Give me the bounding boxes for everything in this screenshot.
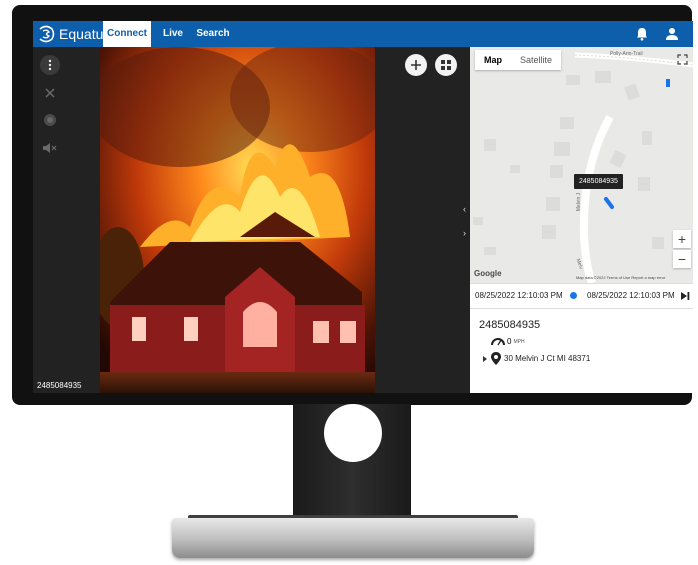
device-info: 2485084935	[479, 319, 540, 331]
caret-right-icon[interactable]	[482, 355, 488, 363]
map-type-tabs: Map Satellite	[475, 50, 562, 70]
device-id: 2485084935	[479, 319, 541, 331]
monitor-stand-cutout	[324, 404, 382, 462]
address-text: 30 Melvin J Ct MI 48371	[504, 354, 591, 363]
skip-end-icon[interactable]	[680, 291, 690, 301]
location-pin-icon	[491, 352, 501, 365]
stop-icon[interactable]	[41, 111, 59, 129]
screen: Equature Connect Live Search 2485084935 …	[33, 21, 693, 393]
monitor-bezel: Equature Connect Live Search 2485084935 …	[12, 5, 693, 405]
app-header: Equature Connect Live Search	[33, 21, 693, 47]
details-panel: Polly-Ann-Trail Melvin J Melv Map Satell…	[470, 47, 693, 393]
chevron-left-icon[interactable]: ‹	[463, 204, 466, 214]
road-label-side: Melvin J	[576, 192, 583, 212]
timeline-position-dot[interactable]	[570, 292, 577, 299]
close-icon[interactable]	[41, 84, 59, 102]
tab-search[interactable]: Search	[193, 21, 233, 47]
equature-logo-icon	[39, 25, 55, 43]
map-canvas	[473, 52, 693, 283]
grid-layout-icon[interactable]	[435, 54, 457, 76]
speed-row: 0 MPH	[491, 337, 525, 346]
zoom-out-button[interactable]: −	[673, 250, 691, 268]
road-label-top: Polly-Ann-Trail	[610, 51, 643, 57]
fullscreen-icon[interactable]	[673, 50, 691, 68]
monitor-stand-base	[172, 518, 534, 558]
timeline-bar: 08/25/2022 12:10:03 PM 08/25/2022 12:10:…	[470, 283, 693, 309]
map-tab-satellite[interactable]: Satellite	[511, 50, 561, 70]
user-icon[interactable]	[664, 26, 680, 42]
map-attribution[interactable]: Map data ©2022 Terms of Use Report a map…	[576, 275, 665, 280]
google-logo: Google	[474, 269, 502, 278]
map-tab-map[interactable]: Map	[475, 50, 511, 70]
more-vertical-icon[interactable]	[40, 55, 60, 75]
map-marker-tooltip: 2485084935	[574, 174, 623, 189]
camera-caption: 2485084935	[37, 381, 82, 390]
tab-connect[interactable]: Connect	[103, 21, 151, 47]
mute-icon[interactable]	[41, 139, 59, 157]
bell-icon[interactable]	[634, 26, 650, 42]
address-row[interactable]: 30 Melvin J Ct MI 48371	[482, 352, 590, 365]
timeline-end: 08/25/2022 12:10:03 PM	[587, 291, 675, 300]
add-icon[interactable]	[405, 54, 427, 76]
speed-value: 0	[507, 337, 512, 346]
timeline-start: 08/25/2022 12:10:03 PM	[475, 291, 563, 300]
video-panel: 2485084935 ‹ ›	[33, 47, 470, 393]
zoom-in-button[interactable]: +	[673, 230, 691, 248]
speed-unit: MPH	[513, 338, 525, 345]
camera-feed[interactable]	[100, 47, 375, 393]
map-view[interactable]: Polly-Ann-Trail Melvin J Melv Map Satell…	[470, 47, 693, 283]
tab-live[interactable]: Live	[157, 21, 189, 47]
camera-frame-image	[100, 47, 375, 393]
speedometer-icon	[491, 338, 505, 346]
chevron-right-icon[interactable]: ›	[463, 228, 466, 238]
